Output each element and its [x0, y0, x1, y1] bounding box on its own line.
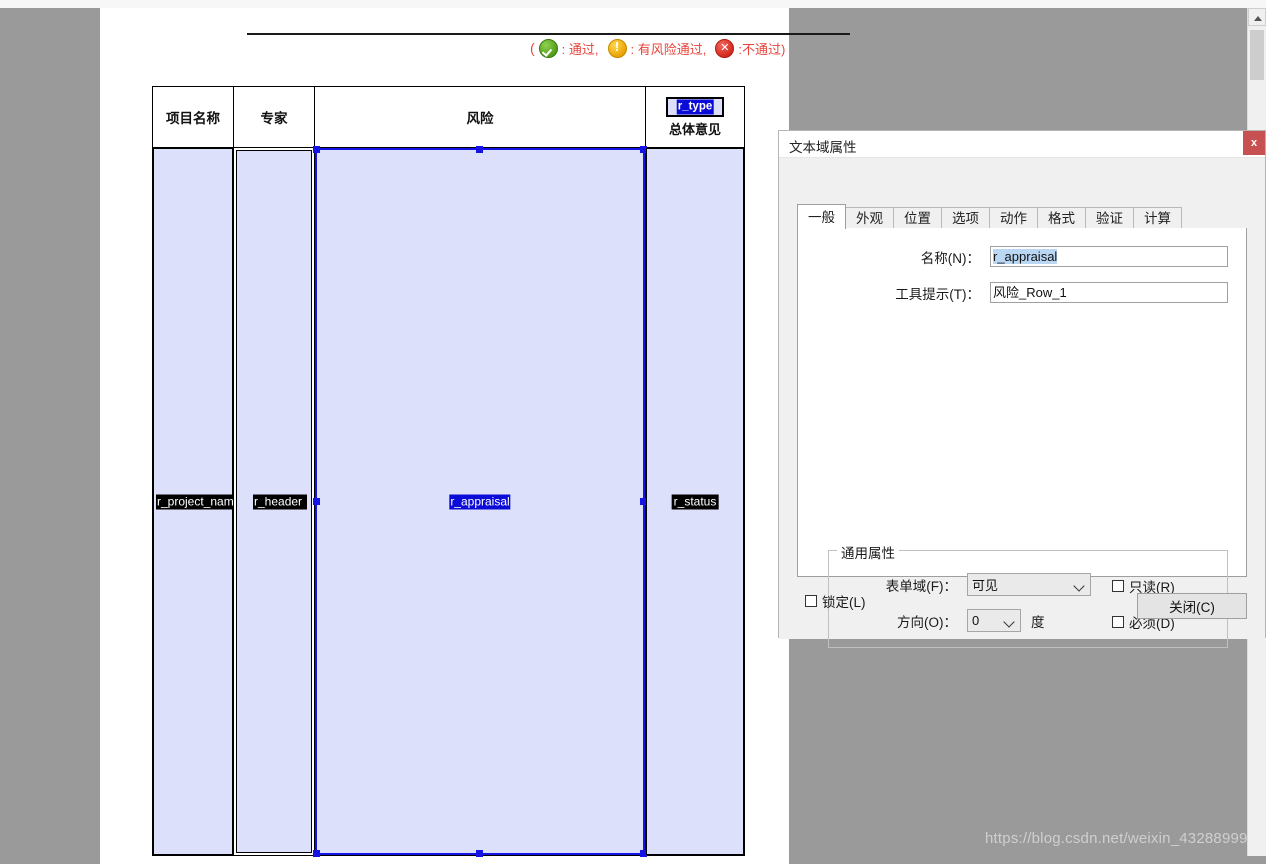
tab-panel-general: 名称(N)： r_appraisal 工具提示(T)： 风险_Row_1 通用属… — [797, 228, 1247, 648]
cell-project-name: r_project_name — [152, 147, 234, 856]
orientation-label: 方向(O)： — [897, 614, 957, 630]
name-field-label: 名称(N)： — [920, 250, 980, 266]
lock-label: 锁定(L) — [822, 595, 866, 610]
tab-calculate[interactable]: 计算 — [1133, 207, 1182, 229]
resize-handle-top-center[interactable] — [476, 146, 483, 153]
page-horizontal-rule — [247, 33, 850, 35]
review-table: 项目名称 专家 风险 r_type 总体意见 r_project_name r_… — [152, 86, 745, 857]
lock-checkbox-row[interactable]: 锁定(L) — [805, 591, 866, 611]
cell-expert: r_header — [233, 147, 315, 856]
watermark: https://blog.csdn.net/weixin_43288999 — [985, 830, 1248, 847]
legend-fail-label: :不通过) — [738, 41, 786, 57]
field-name-label: r_type — [676, 99, 714, 114]
scrollbar-thumb[interactable] — [1250, 30, 1264, 80]
tooltip-field-row: 工具提示(T)： 风险_Row_1 — [798, 282, 1246, 303]
orientation-select[interactable]: 0 — [967, 609, 1021, 632]
form-field-r-header[interactable]: r_header — [236, 150, 312, 853]
field-name-label: r_appraisal — [449, 494, 511, 509]
chevron-down-icon — [1003, 616, 1015, 628]
tab-validate[interactable]: 验证 — [1085, 207, 1134, 229]
header-label: 项目名称 — [166, 111, 220, 126]
cell-risk: r_appraisal — [313, 146, 647, 857]
resize-handle-bottom-center[interactable] — [476, 850, 483, 857]
form-field-visibility-value: 可见 — [972, 578, 999, 593]
lock-checkbox[interactable] — [805, 595, 817, 607]
resize-handle-top-left[interactable] — [313, 146, 320, 153]
legend-open-paren: ( — [530, 40, 535, 56]
form-field-r-appraisal-selected[interactable]: r_appraisal — [313, 146, 647, 857]
header-label: 风险 — [466, 111, 494, 126]
pass-check-icon — [538, 38, 558, 58]
tab-appearance[interactable]: 外观 — [845, 207, 894, 229]
tab-options[interactable]: 选项 — [941, 207, 990, 229]
table-header-expert: 专家 — [233, 86, 315, 148]
dialog-titlebar[interactable]: 文本域属性 x — [779, 131, 1265, 158]
form-field-visibility-row: 表单域(F)： 可见 — [829, 573, 1091, 596]
required-checkbox[interactable] — [1112, 616, 1124, 628]
table-header-row: 项目名称 专家 风险 r_type 总体意见 — [152, 86, 745, 148]
tooltip-input[interactable]: 风险_Row_1 — [990, 282, 1228, 303]
orientation-unit-label: 度 — [1031, 614, 1045, 630]
status-legend: ( : 通过, : 有风险通过, :不通过) — [530, 36, 785, 60]
legend-pass: : 通过, — [536, 38, 605, 58]
name-field-row: 名称(N)： r_appraisal — [798, 246, 1246, 267]
scroll-up-arrow-icon[interactable] — [1248, 8, 1266, 26]
legend-risk: : 有风险通过, — [605, 38, 713, 58]
form-field-r-status[interactable]: r_status — [646, 148, 744, 855]
common-properties-legend: 通用属性 — [837, 542, 899, 562]
chevron-down-icon — [1073, 580, 1085, 592]
form-field-r-project-name[interactable]: r_project_name — [153, 148, 234, 855]
close-icon[interactable]: x — [1243, 131, 1265, 155]
text-field-properties-dialog: 文本域属性 x 一般 外观 位置 选项 动作 格式 验证 计算 名称(N)： r… — [778, 130, 1266, 648]
field-name-label: r_project_name — [156, 494, 234, 509]
field-name-label: r_header — [253, 494, 307, 509]
dialog-title: 文本域属性 — [789, 140, 857, 155]
table-body-row: r_project_name r_header r_appraisal r_st… — [152, 146, 745, 857]
tooltip-input-value: 风险_Row_1 — [993, 285, 1067, 300]
fail-cross-icon — [715, 38, 735, 58]
resize-handle-bottom-left[interactable] — [313, 850, 320, 857]
close-button[interactable]: 关闭(C) — [1137, 593, 1247, 619]
legend-pass-label: : 通过, — [561, 41, 599, 57]
dialog-tabs: 一般 外观 位置 选项 动作 格式 验证 计算 — [797, 204, 1247, 230]
tab-position[interactable]: 位置 — [893, 207, 942, 229]
field-name-label: r_status — [671, 494, 719, 509]
tab-format[interactable]: 格式 — [1037, 207, 1086, 229]
table-header-overall-opinion: r_type 总体意见 — [645, 86, 745, 148]
tab-general[interactable]: 一般 — [797, 204, 846, 229]
warning-exclamation-icon — [607, 38, 627, 58]
cell-overall-opinion: r_status — [645, 147, 745, 856]
form-field-visibility-select[interactable]: 可见 — [967, 573, 1091, 596]
viewer-toolbar-strip — [0, 0, 1266, 8]
readonly-checkbox[interactable] — [1112, 580, 1124, 592]
orientation-value: 0 — [972, 613, 980, 628]
table-header-risk: 风险 — [314, 86, 646, 148]
name-input[interactable]: r_appraisal — [990, 246, 1228, 267]
tooltip-field-label: 工具提示(T)： — [895, 286, 980, 302]
header-label: 专家 — [260, 111, 288, 126]
dialog-body: 一般 外观 位置 选项 动作 格式 验证 计算 名称(N)： r_apprais… — [779, 158, 1265, 648]
orientation-row: 方向(O)： 0 度 — [829, 609, 1045, 632]
legend-risk-label: : 有风险通过, — [630, 41, 707, 57]
header-label: 总体意见 — [668, 121, 721, 137]
resize-handle-middle-left[interactable] — [313, 497, 320, 505]
screen: ( : 通过, : 有风险通过, :不通过) 项目名称 — [0, 0, 1266, 864]
table-header-project-name: 项目名称 — [152, 86, 234, 148]
form-field-r-type[interactable]: r_type — [666, 96, 724, 117]
name-input-value: r_appraisal — [993, 249, 1058, 264]
tab-actions[interactable]: 动作 — [989, 207, 1038, 229]
legend-fail: :不通过) — [712, 38, 786, 58]
